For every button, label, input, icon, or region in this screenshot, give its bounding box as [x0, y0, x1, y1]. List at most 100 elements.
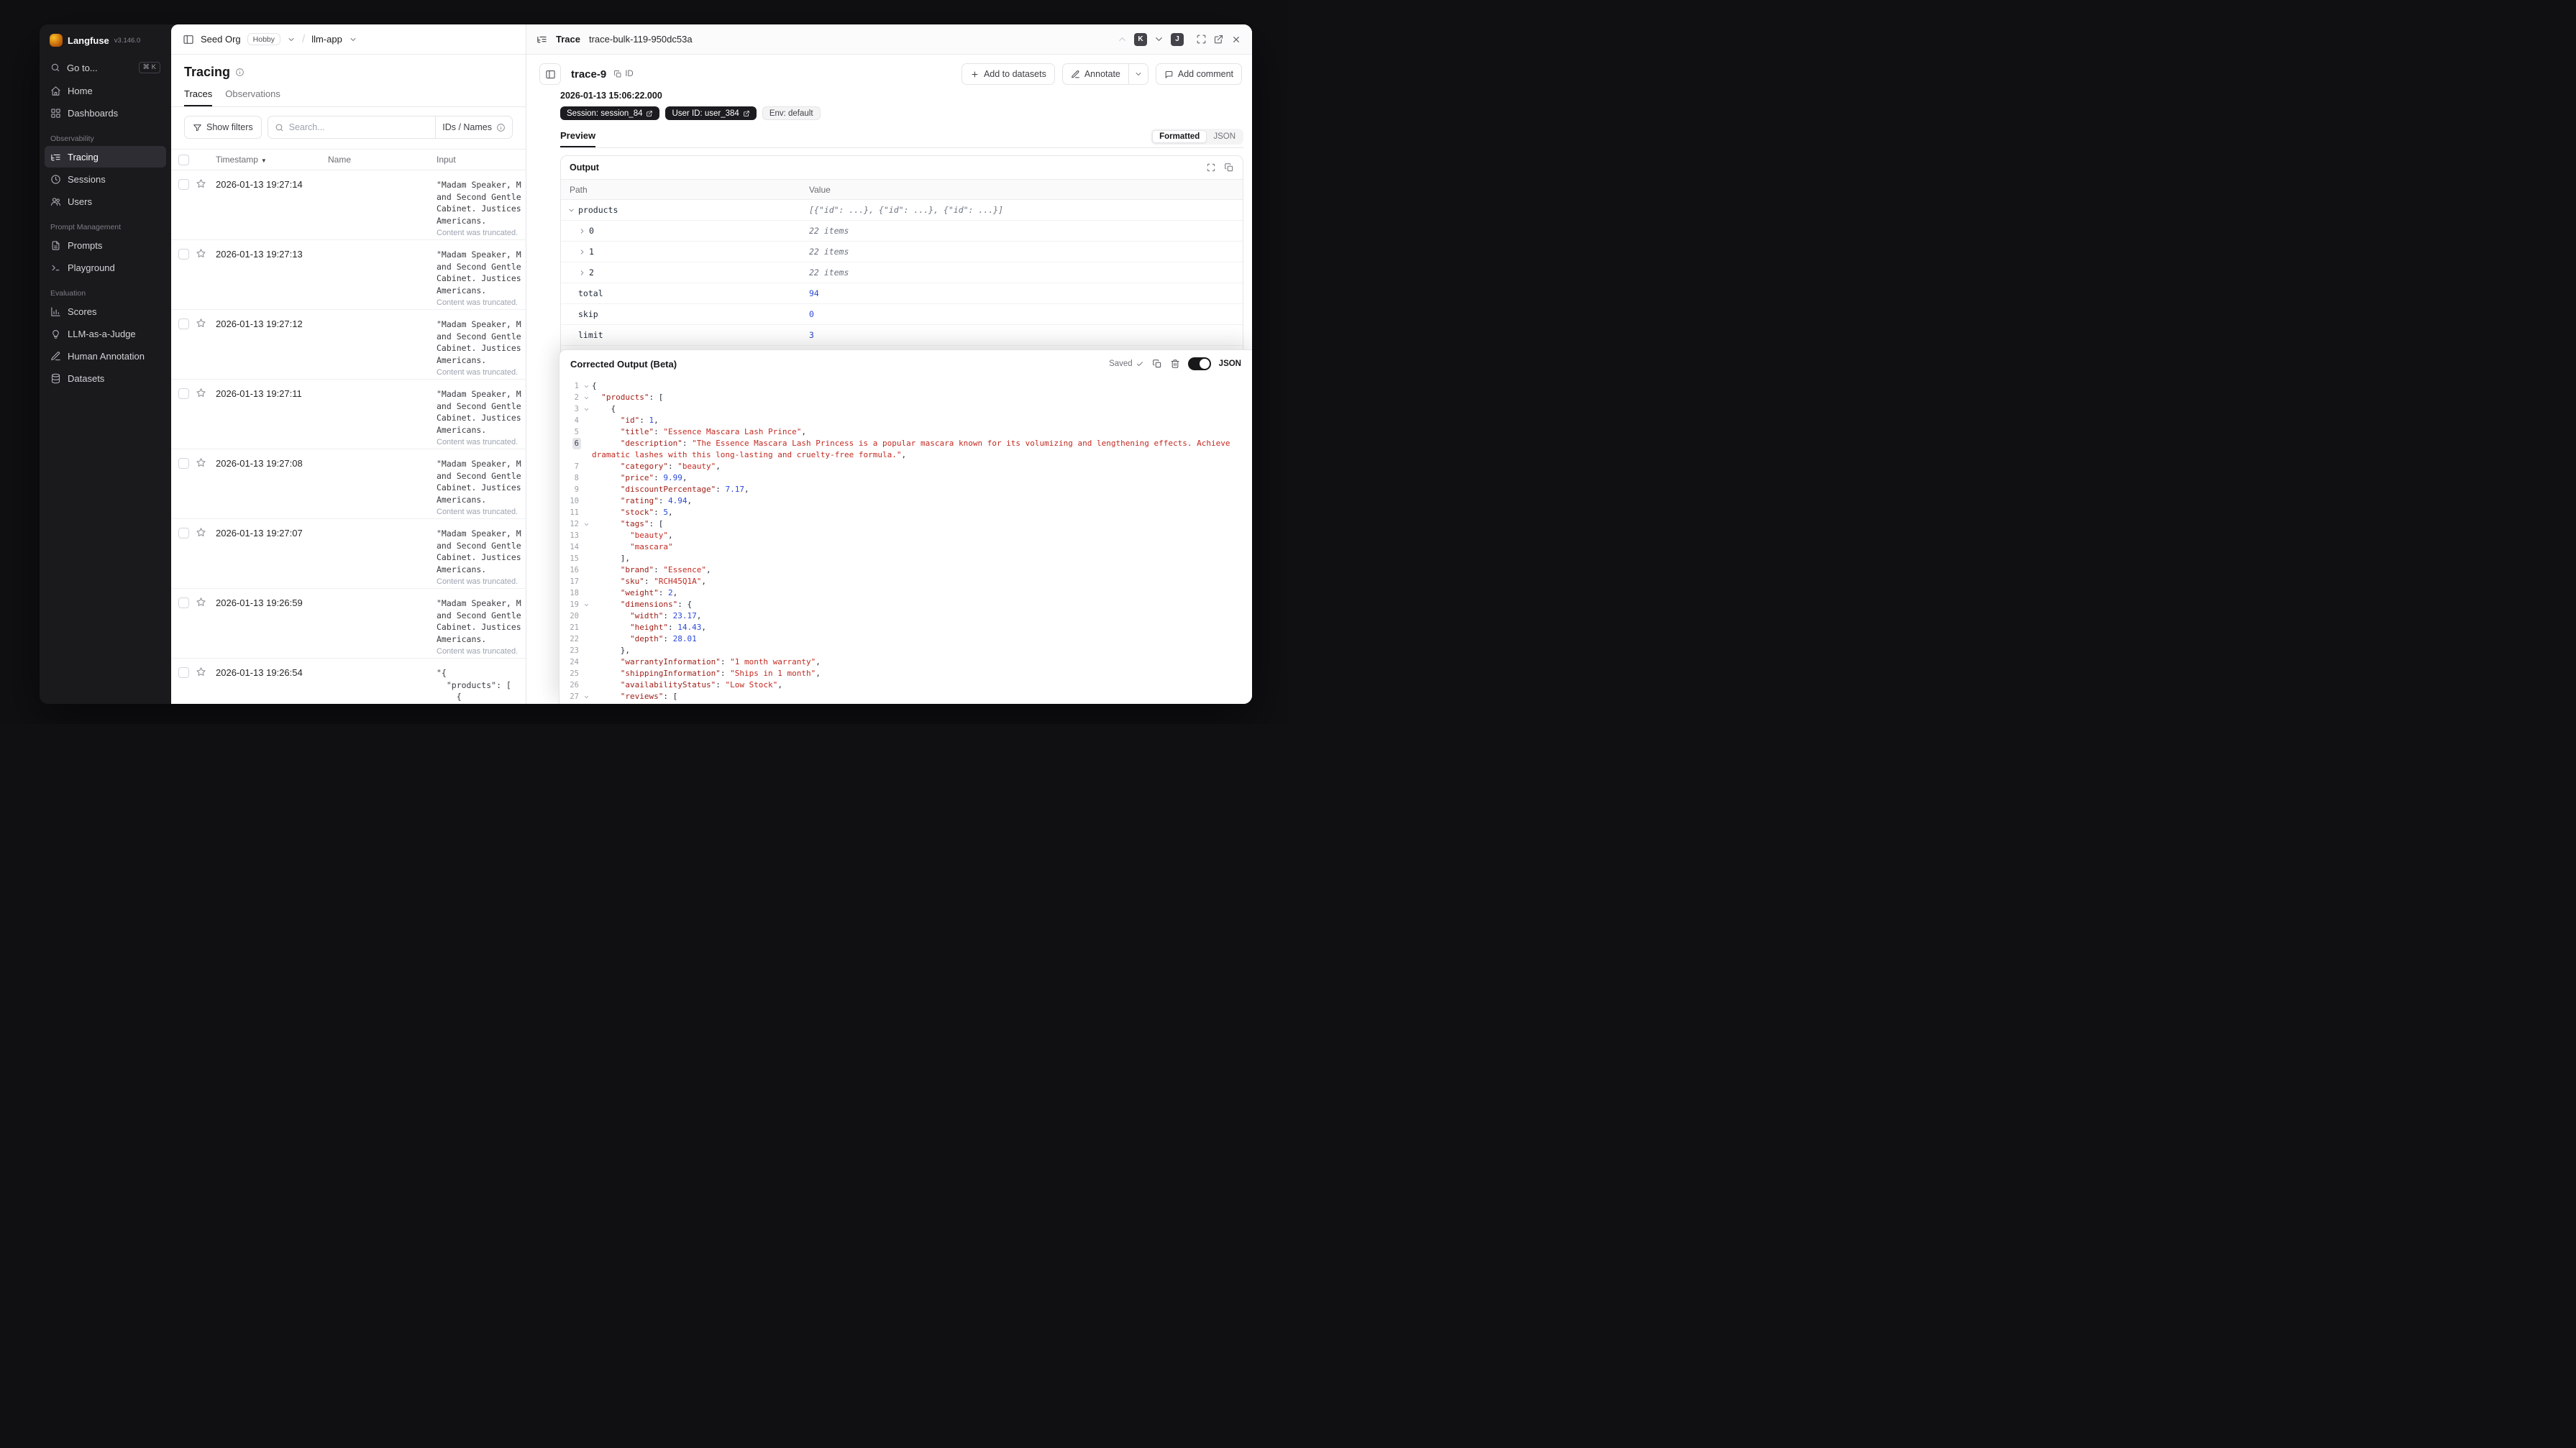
- trace-row[interactable]: 2026-01-13 19:27:08 "Madam Speaker, Mand …: [171, 449, 526, 519]
- add-to-datasets-button[interactable]: Add to datasets: [961, 63, 1055, 85]
- row-checkbox[interactable]: [178, 249, 189, 260]
- input-line: and Second Gentle: [437, 400, 521, 411]
- breadcrumb-project[interactable]: llm-app: [311, 34, 342, 45]
- goto-button[interactable]: Go to... ⌘ K: [45, 57, 166, 78]
- fold-chevron-icon[interactable]: [581, 518, 592, 528]
- chevron-down-icon[interactable]: [567, 206, 576, 214]
- add-to-datasets-label: Add to datasets: [983, 69, 1046, 79]
- row-input-preview: "Madam Speaker, Mand Second Gentle Cabine…: [437, 458, 526, 516]
- open-in-new-icon[interactable]: [1213, 34, 1224, 45]
- search-input[interactable]: [288, 122, 429, 132]
- annotate-menu-button[interactable]: [1128, 63, 1148, 85]
- chevron-right-icon[interactable]: [578, 248, 587, 256]
- sidebar-item-llm-as-a-judge[interactable]: LLM-as-a-Judge: [45, 323, 166, 344]
- output-row-0[interactable]: 0 22 items: [561, 221, 1243, 242]
- bookmark-star-icon[interactable]: [196, 248, 216, 262]
- copy-id-button[interactable]: ID: [613, 70, 634, 78]
- fold-chevron-icon[interactable]: [581, 403, 592, 413]
- row-checkbox[interactable]: [178, 388, 189, 399]
- bookmark-star-icon[interactable]: [196, 388, 216, 402]
- search-box[interactable]: [268, 116, 436, 138]
- expand-view-icon[interactable]: [1206, 162, 1216, 173]
- bookmark-star-icon[interactable]: [196, 457, 216, 472]
- bookmark-star-icon[interactable]: [196, 178, 216, 193]
- sidebar-item-prompts[interactable]: Prompts: [45, 234, 166, 256]
- tab-observations[interactable]: Observations: [225, 88, 280, 106]
- annotate-button[interactable]: Annotate: [1061, 63, 1129, 85]
- trace-row[interactable]: 2026-01-13 19:26:59 "Madam Speaker, M and …: [171, 589, 526, 659]
- sidebar-toggle-icon[interactable]: [183, 34, 194, 45]
- close-icon[interactable]: [1230, 34, 1242, 45]
- expand-icon[interactable]: [1196, 34, 1207, 45]
- sidebar-item-sessions[interactable]: Sessions: [45, 168, 166, 190]
- format-formatted[interactable]: Formatted: [1152, 130, 1207, 143]
- sidebar-item-users[interactable]: Users: [45, 191, 166, 212]
- format-json[interactable]: JSON: [1207, 131, 1242, 142]
- sidebar-item-datasets[interactable]: Datasets: [45, 367, 166, 389]
- output-row-products[interactable]: products [{"id": ...}, {"id": ...}, {"id"…: [561, 200, 1243, 221]
- fold-chevron-icon[interactable]: [581, 702, 592, 704]
- next-trace-chevron-down-icon[interactable]: [1154, 34, 1164, 45]
- delete-icon[interactable]: [1170, 359, 1180, 369]
- tab-traces[interactable]: Traces: [184, 88, 213, 106]
- copy-icon[interactable]: [1224, 162, 1234, 173]
- col-timestamp[interactable]: Timestamp ▼: [216, 155, 328, 165]
- chevron-down-icon[interactable]: [287, 35, 296, 44]
- row-checkbox[interactable]: [178, 319, 189, 329]
- trace-row[interactable]: 2026-01-13 19:27:12 "Madam Speaker, M and …: [171, 310, 526, 380]
- tab-preview[interactable]: Preview: [560, 130, 596, 147]
- select-all-checkbox[interactable]: [178, 154, 189, 165]
- sidebar-item-scores[interactable]: Scores: [45, 301, 166, 322]
- search-scope-select[interactable]: IDs / Names: [435, 116, 512, 138]
- trace-badge-user-id[interactable]: User ID: user_384: [665, 106, 757, 120]
- chevron-right-icon[interactable]: [578, 227, 587, 235]
- sidebar-item-dashboards[interactable]: Dashboards: [45, 102, 166, 124]
- chevron-down-icon[interactable]: [349, 35, 357, 44]
- chevron-right-icon[interactable]: [578, 269, 587, 277]
- col-name[interactable]: Name: [328, 155, 437, 165]
- row-checkbox[interactable]: [178, 667, 189, 678]
- sidebar-item-human-annotation[interactable]: Human Annotation: [45, 345, 166, 367]
- trace-row[interactable]: 2026-01-13 19:27:07 "Madam Speaker, Mand …: [171, 519, 526, 589]
- trace-badge-env[interactable]: Env: default: [762, 106, 821, 120]
- corrected-output-editor[interactable]: 1{2 "products": [3 {4 "id": 1, 5 "title":…: [559, 377, 1252, 704]
- collapse-panel-button[interactable]: [539, 63, 561, 85]
- sidebar-item-playground[interactable]: Playground: [45, 257, 166, 278]
- comment-icon: [1164, 70, 1174, 79]
- code-line: 17 "sku": "RCH45Q1A",: [559, 576, 1252, 587]
- trace-row[interactable]: 2026-01-13 19:27:14 "Madam Speaker, Mand …: [171, 170, 526, 240]
- sidebar-item-home[interactable]: Home: [45, 80, 166, 101]
- bookmark-star-icon[interactable]: [196, 666, 216, 681]
- fold-chevron-icon[interactable]: [581, 599, 592, 608]
- add-comment-button[interactable]: Add comment: [1155, 63, 1242, 85]
- bookmark-star-icon[interactable]: [196, 527, 216, 541]
- bookmark-star-icon[interactable]: [196, 318, 216, 332]
- trace-badge-session[interactable]: Session: session_84: [560, 106, 660, 120]
- code-text: "rating": 4.94,: [620, 496, 693, 505]
- sidebar-item-tracing[interactable]: Tracing: [45, 146, 166, 168]
- row-checkbox[interactable]: [178, 528, 189, 539]
- show-filters-button[interactable]: Show filters: [184, 116, 262, 139]
- trace-row[interactable]: 2026-01-13 19:27:13 "Madam Speaker, Mand …: [171, 240, 526, 310]
- fold-chevron-icon[interactable]: [581, 392, 592, 401]
- copy-icon[interactable]: [1152, 359, 1162, 369]
- output-value: 0: [809, 309, 814, 319]
- breadcrumb-org[interactable]: Seed Org: [201, 34, 241, 45]
- trace-row[interactable]: 2026-01-13 19:26:54 "{ "products": [ {: [171, 659, 526, 704]
- trace-table-body: 2026-01-13 19:27:14 "Madam Speaker, Mand …: [171, 170, 526, 704]
- row-checkbox[interactable]: [178, 597, 189, 608]
- output-row-1[interactable]: 1 22 items: [561, 242, 1243, 262]
- row-checkbox[interactable]: [178, 458, 189, 469]
- info-icon[interactable]: [235, 68, 245, 77]
- trace-row[interactable]: 2026-01-13 19:27:11 "Madam Speaker, Mand …: [171, 380, 526, 449]
- json-toggle[interactable]: [1187, 357, 1211, 370]
- row-checkbox[interactable]: [178, 179, 189, 190]
- fold-chevron-icon[interactable]: [581, 691, 592, 700]
- output-value: 22 items: [809, 247, 849, 257]
- fold-chevron-icon[interactable]: [581, 380, 592, 390]
- output-row-2[interactable]: 2 22 items: [561, 262, 1243, 283]
- bookmark-star-icon[interactable]: [196, 597, 216, 611]
- prev-trace-chevron-up-icon[interactable]: [1117, 34, 1128, 45]
- col-input[interactable]: Input: [437, 155, 526, 165]
- output-path-cell: skip: [561, 309, 809, 319]
